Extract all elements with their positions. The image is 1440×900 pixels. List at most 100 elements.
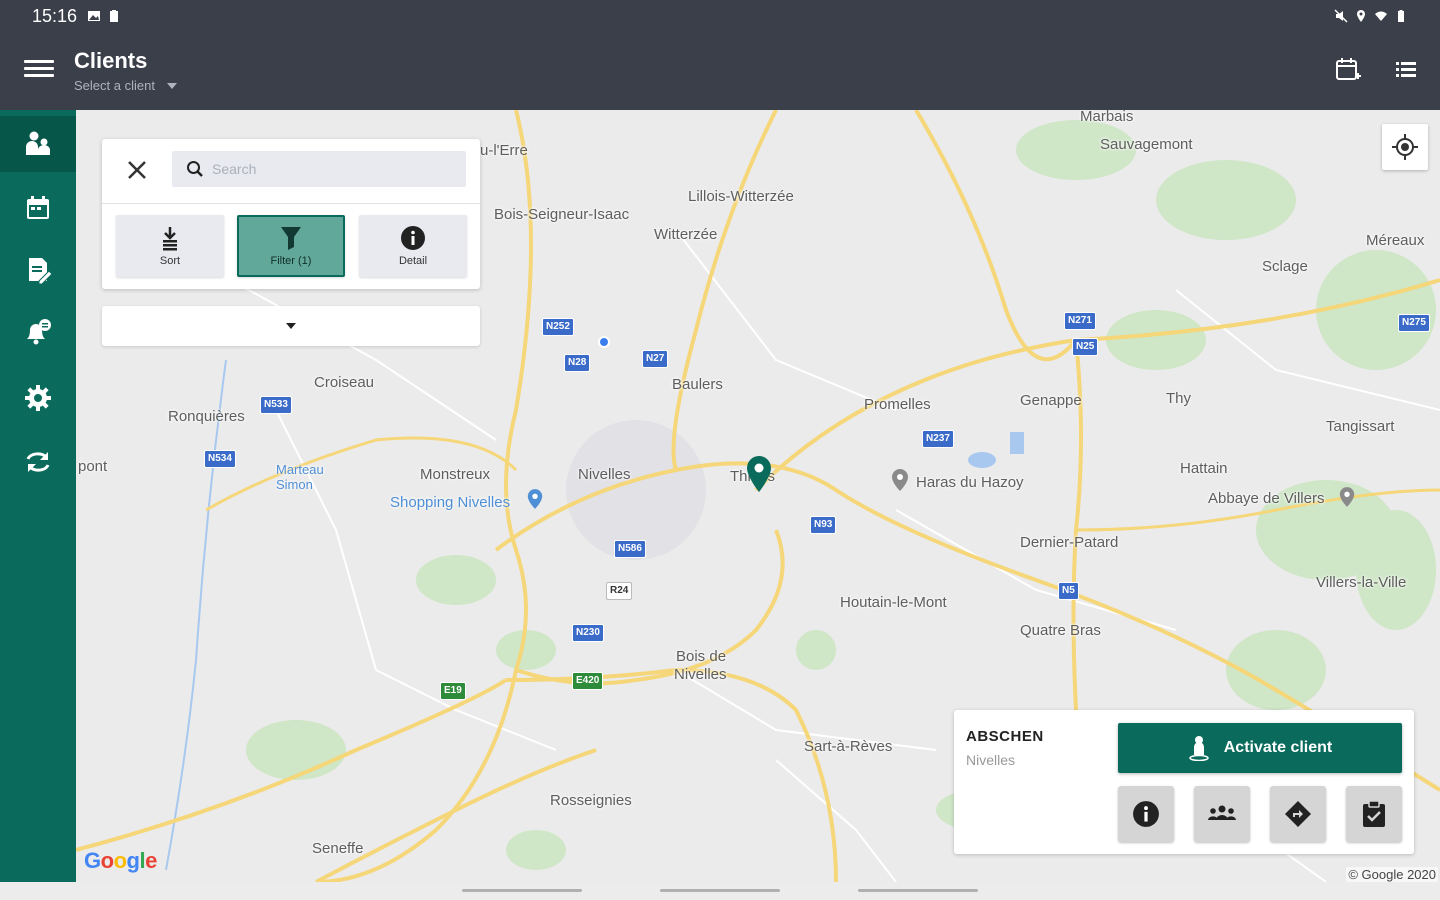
info-icon (401, 226, 425, 250)
client-directions-button[interactable] (1270, 786, 1326, 842)
road-badge: N5 (1058, 582, 1079, 600)
road-badge: N534 (204, 450, 236, 468)
road-badge: N25 (1072, 338, 1099, 356)
clipboard-check-icon (1363, 800, 1385, 827)
road-badge: N271 (1064, 312, 1096, 330)
place-label: Quatre Bras (1020, 622, 1101, 639)
road-badge: N275 (1398, 314, 1430, 332)
road-badge: N93 (810, 516, 837, 534)
sidebar-item-notifications[interactable] (0, 304, 76, 360)
edit-document-icon (29, 258, 53, 285)
google-logo: Google (84, 848, 157, 873)
place-label: Baulers (672, 376, 723, 393)
place-label: Marbais (1080, 110, 1134, 125)
client-contacts-button[interactable] (1194, 786, 1250, 842)
close-icon[interactable] (124, 157, 150, 183)
chevron-down-icon (166, 82, 177, 89)
menu-button[interactable] (24, 56, 54, 86)
map-copyright: © Google 2020 (1346, 867, 1438, 882)
shopping-pin-icon[interactable] (526, 488, 544, 510)
place-label: Thy (1166, 390, 1192, 407)
page-title: Clients (74, 48, 148, 73)
settings-icon (25, 385, 51, 411)
crosshair-icon (1392, 134, 1418, 160)
search-input[interactable] (212, 161, 442, 177)
place-label: Promelles (864, 396, 931, 413)
status-time: 15:16 (32, 5, 78, 26)
place-label: Abbaye de Villers (1208, 490, 1325, 507)
sort-button[interactable]: Sort (116, 215, 224, 277)
menu-icon (24, 60, 54, 63)
place-label: Marteau Simon (276, 462, 324, 492)
nav-handle[interactable] (660, 889, 780, 892)
group-icon (1208, 805, 1236, 820)
place-label: Sauvagemont (1100, 136, 1193, 153)
clients-icon (26, 131, 50, 155)
activate-client-label: Activate client (1223, 739, 1333, 756)
my-location-button[interactable] (1382, 124, 1428, 170)
directions-icon (1285, 801, 1311, 827)
place-label: Bois de (676, 648, 727, 665)
detail-label: Detail (398, 255, 428, 267)
road-badge: N533 (260, 396, 292, 414)
current-location-dot (598, 336, 610, 348)
info-icon (1133, 801, 1159, 827)
road-badge: N27 (642, 350, 669, 368)
filter-label: Filter (1) (270, 255, 312, 267)
road-badge: N252 (542, 318, 574, 336)
place-label: Croiseau (314, 374, 375, 391)
place-label: Lillois-Witterzée (688, 188, 794, 205)
notifications-icon (27, 319, 51, 345)
search-field[interactable] (172, 151, 466, 187)
client-tasks-button[interactable] (1346, 786, 1402, 842)
sidebar (0, 110, 76, 882)
place-label: Genappe (1020, 392, 1082, 409)
clipboard-notification-icon (110, 10, 119, 22)
place-label: pont (78, 458, 108, 475)
system-nav-bar (0, 882, 1440, 900)
road-badge: E19 (440, 682, 466, 700)
poi-pin-icon[interactable] (1338, 486, 1356, 508)
poi-pin-icon[interactable] (890, 468, 910, 492)
search-icon (187, 161, 203, 177)
sidebar-item-documents[interactable] (0, 242, 76, 298)
place-label: u-l'Erre (480, 142, 528, 159)
client-marker-icon[interactable] (744, 454, 774, 494)
sidebar-item-calendar[interactable] (0, 180, 76, 236)
chevron-down-icon (286, 323, 296, 329)
place-label: Dernier-Patard (1020, 534, 1119, 551)
road-badge: N586 (614, 540, 646, 558)
filter-icon (281, 227, 301, 250)
sidebar-item-settings[interactable] (0, 370, 76, 426)
nav-handle[interactable] (462, 889, 582, 892)
calendar-icon (27, 196, 49, 219)
place-label: Tangissart (1326, 418, 1395, 435)
place-label: Witterzée (654, 226, 718, 243)
road-badge: R24 (606, 582, 633, 600)
mute-icon (1334, 9, 1348, 23)
wifi-icon (1375, 11, 1387, 21)
search-panel: Sort Filter (1) Detail (102, 139, 480, 289)
place-label: Nivelles (674, 666, 727, 683)
client-info-button[interactable] (1118, 786, 1174, 842)
detail-button[interactable]: Detail (359, 215, 467, 277)
sort-icon (163, 227, 177, 251)
status-bar: 15:16 (0, 0, 1440, 32)
client-selector[interactable]: Select a client (74, 78, 177, 93)
filter-button[interactable]: Filter (1) (237, 215, 345, 277)
place-label: Seneffe (312, 840, 364, 857)
nav-handle[interactable] (858, 889, 978, 892)
calendar-add-icon[interactable] (1334, 56, 1362, 84)
sidebar-item-sync[interactable] (0, 434, 76, 490)
client-city: Nivelles (966, 752, 1016, 768)
activate-client-button[interactable]: Activate client (1118, 723, 1402, 773)
road-badge: N230 (572, 624, 604, 642)
road-badge: E420 (572, 672, 604, 690)
divider (102, 203, 480, 204)
battery-icon (1398, 10, 1404, 22)
sidebar-item-clients[interactable] (0, 116, 76, 172)
place-label: Sart-à-Rèves (804, 738, 893, 755)
filter-dropdown[interactable] (102, 306, 480, 346)
place-label: Sclage (1262, 258, 1308, 275)
list-view-icon[interactable] (1392, 56, 1420, 84)
